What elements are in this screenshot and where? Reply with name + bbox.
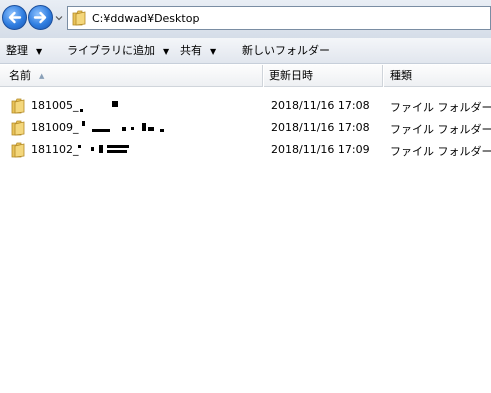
forward-button[interactable] — [28, 5, 53, 30]
address-bar[interactable] — [67, 6, 491, 30]
column-date-label: 更新日時 — [269, 69, 313, 82]
folder-icon — [11, 98, 25, 114]
file-name: 181005_ — [31, 99, 79, 112]
include-library-menu[interactable]: ライブラリに追加 ▼ — [67, 38, 169, 63]
redaction-mark — [92, 129, 110, 132]
column-header-type[interactable]: 種類 — [384, 65, 491, 87]
redaction-mark — [142, 123, 146, 131]
file-modified: 2018/11/16 17:08 — [271, 121, 370, 134]
share-label: 共有 — [180, 44, 202, 57]
chevron-down-icon: ▼ — [36, 46, 43, 56]
file-name: 181009_ — [31, 121, 79, 134]
file-row[interactable]: 181102_ 2018/11/16 17:09 ファイル フォルダー — [0, 139, 491, 161]
redaction-mark — [99, 145, 103, 153]
column-header-name[interactable]: 名前 ▲ — [0, 65, 263, 87]
sort-ascending-icon: ▲ — [39, 72, 45, 80]
folder-icon — [72, 10, 86, 26]
redaction-mark — [80, 109, 83, 112]
address-input[interactable] — [92, 9, 472, 27]
new-folder-label: 新しいフォルダー — [242, 44, 330, 57]
redaction-mark — [122, 127, 126, 131]
redaction-mark — [82, 121, 85, 126]
column-name-label: 名前 — [9, 69, 31, 82]
file-modified: 2018/11/16 17:09 — [271, 143, 370, 156]
folder-icon — [11, 142, 25, 158]
back-arrow-icon — [8, 11, 22, 24]
redaction-mark — [160, 129, 164, 132]
navigation-bar — [0, 0, 491, 39]
command-bar: 整理 ▼ ライブラリに追加 ▼ 共有 ▼ 新しいフォルダー — [0, 38, 491, 64]
chevron-down-icon: ▼ — [210, 46, 217, 56]
chevron-down-icon[interactable] — [55, 14, 63, 22]
back-button[interactable] — [2, 5, 27, 30]
organize-label: 整理 — [6, 44, 28, 57]
redaction-mark — [107, 150, 127, 153]
redaction-mark — [131, 127, 134, 130]
file-type: ファイル フォルダー — [390, 123, 491, 136]
folder-icon — [11, 120, 25, 136]
file-name: 181102_ — [31, 143, 79, 156]
redaction-mark — [91, 147, 94, 151]
file-type: ファイル フォルダー — [390, 101, 491, 114]
organize-menu[interactable]: 整理 ▼ — [6, 38, 42, 63]
file-row[interactable]: 181005_ 2018/11/16 17:08 ファイル フォルダー — [0, 95, 491, 117]
column-type-label: 種類 — [390, 69, 412, 82]
file-type: ファイル フォルダー — [390, 145, 491, 158]
chevron-down-icon: ▼ — [163, 46, 170, 56]
redaction-mark — [78, 145, 81, 148]
share-menu[interactable]: 共有 ▼ — [180, 38, 216, 63]
include-library-label: ライブラリに追加 — [67, 44, 155, 57]
redaction-mark — [112, 101, 118, 107]
forward-arrow-icon — [33, 11, 47, 24]
redaction-mark — [107, 145, 129, 148]
file-modified: 2018/11/16 17:08 — [271, 99, 370, 112]
file-row[interactable]: 181009_ 2018/11/16 17:08 ファイル フォルダー — [0, 117, 491, 139]
column-header-date[interactable]: 更新日時 — [264, 65, 383, 87]
redaction-mark — [148, 127, 154, 131]
new-folder-button[interactable]: 新しいフォルダー — [242, 38, 330, 63]
